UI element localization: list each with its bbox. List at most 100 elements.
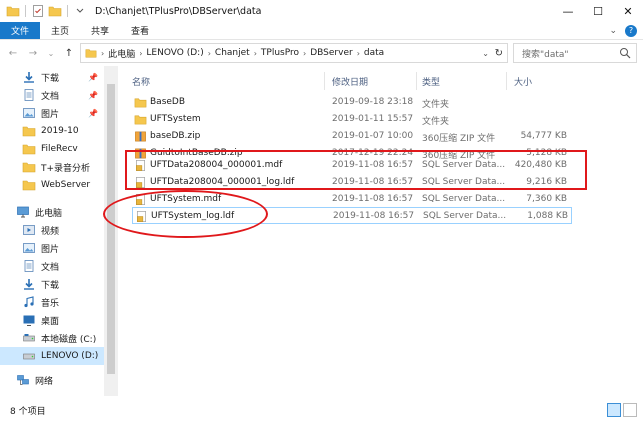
search-icon[interactable] xyxy=(619,47,631,59)
sidebar-item-t-plus-recording[interactable]: T+录音分析 xyxy=(0,158,104,176)
sidebar-item-desktop[interactable]: 桌面 xyxy=(0,311,104,329)
help-button[interactable]: ? xyxy=(625,25,637,37)
window-title: D:\Chanjet\TPlusPro\DBServer\data xyxy=(95,5,262,17)
sidebar-item-network[interactable]: 网络 xyxy=(0,371,104,389)
file-row-uftsystem-folder[interactable]: UFTSystem 2019-01-11 15:57 文件夹 xyxy=(132,111,572,128)
breadcrumb-dbserver[interactable]: DBServer xyxy=(310,48,352,58)
sidebar-item-documents[interactable]: 文档 xyxy=(0,257,104,275)
back-button[interactable]: ← xyxy=(6,48,20,59)
quick-access-toolbar xyxy=(0,4,87,18)
close-button[interactable]: ✕ xyxy=(613,0,643,22)
breadcrumb-data[interactable]: data xyxy=(364,48,384,58)
search-input[interactable]: 搜索"data" xyxy=(522,47,569,60)
pin-icon[interactable]: 📌 xyxy=(88,91,98,100)
pin-icon[interactable]: 📌 xyxy=(88,73,98,82)
folder-icon xyxy=(85,49,97,58)
download-icon xyxy=(24,72,34,83)
breadcrumb-chevron-icon[interactable]: › xyxy=(254,49,257,58)
sidebar-scrollbar[interactable] xyxy=(104,66,118,396)
sidebar-item-label: 下载 xyxy=(41,280,60,291)
address-dropdown-button[interactable]: ⌄ xyxy=(482,49,489,58)
file-type: 文件夹 xyxy=(422,117,450,127)
sidebar-item-label: 音乐 xyxy=(41,298,60,309)
file-date: 2019-01-07 10:00 xyxy=(332,131,414,141)
sidebar-item-downloads[interactable]: 下载 xyxy=(0,275,104,293)
tab-view[interactable]: 查看 xyxy=(120,22,160,39)
large-icons-view-button[interactable] xyxy=(623,403,637,417)
column-header-name[interactable]: 名称 xyxy=(132,70,150,92)
column-header-type[interactable]: 类型 xyxy=(422,70,440,92)
tab-file[interactable]: 文件 xyxy=(0,22,41,39)
maximize-button[interactable]: ☐ xyxy=(583,0,613,22)
breadcrumb-chevron-icon[interactable]: › xyxy=(208,49,211,58)
details-view-button[interactable] xyxy=(607,403,621,417)
picture-icon xyxy=(23,243,35,253)
sidebar-item-music[interactable]: 音乐 xyxy=(0,293,104,311)
expand-ribbon-button[interactable]: ⌄ xyxy=(609,26,617,36)
sidebar-item-pictures[interactable]: 图片 xyxy=(0,239,104,257)
sidebar-item-label: 此电脑 xyxy=(35,208,63,219)
file-size: 54,777 KB xyxy=(520,131,567,141)
sidebar-item-label: LENOVO (D:) xyxy=(41,351,99,361)
divider xyxy=(25,5,26,17)
drive-icon xyxy=(23,334,35,342)
sidebar-item-filerecv[interactable]: FileRecv xyxy=(0,140,104,158)
breadcrumb-chevron-icon[interactable]: › xyxy=(303,49,306,58)
new-folder-icon[interactable] xyxy=(48,4,62,18)
sidebar-item-label: 图片 xyxy=(41,109,60,120)
search-box[interactable]: 搜索"data" xyxy=(513,43,637,63)
sidebar-item-label: 桌面 xyxy=(41,316,60,327)
file-size: 7,360 KB xyxy=(526,194,567,204)
network-icon xyxy=(17,375,29,385)
breadcrumb-chevron-icon[interactable]: › xyxy=(101,49,104,58)
zip-icon xyxy=(135,131,146,142)
breadcrumb-chevron-icon[interactable]: › xyxy=(357,49,360,58)
file-name: BaseDB xyxy=(150,97,186,107)
file-row-basedb-zip[interactable]: baseDB.zip 2019-01-07 10:00 360压缩 ZIP 文件… xyxy=(132,128,572,145)
sidebar-item-webserver[interactable]: WebServer xyxy=(0,176,104,194)
minimize-button[interactable]: — xyxy=(553,0,583,22)
column-divider[interactable] xyxy=(416,72,417,90)
breadcrumb-chanjet[interactable]: Chanjet xyxy=(215,48,250,58)
file-row-basedb[interactable]: BaseDB 2019-09-18 23:18 文件夹 xyxy=(132,94,572,111)
sidebar-item-label: T+录音分析 xyxy=(41,163,91,174)
annotation-ellipse xyxy=(103,190,268,238)
sidebar-item-pictures-pinned[interactable]: 图片 📌 xyxy=(0,104,104,122)
sidebar-item-2019-10[interactable]: 2019-10 xyxy=(0,122,104,140)
forward-button[interactable]: → xyxy=(26,48,40,59)
file-type: 文件夹 xyxy=(422,100,450,110)
sidebar-item-documents-pinned[interactable]: 文档 📌 xyxy=(0,86,104,104)
file-size: 1,088 KB xyxy=(527,211,568,221)
pin-icon[interactable]: 📌 xyxy=(88,109,98,118)
breadcrumb-drive-d[interactable]: LENOVO (D:) xyxy=(146,48,203,58)
refresh-button[interactable]: ↻ xyxy=(495,48,503,59)
sidebar-scrollbar-thumb[interactable] xyxy=(107,84,115,374)
tab-home[interactable]: 主页 xyxy=(40,22,80,39)
file-date: 2019-11-08 16:57 xyxy=(333,211,415,221)
address-bar[interactable]: › 此电脑 › LENOVO (D:) › Chanjet › TPlusPro… xyxy=(80,43,508,63)
folder-icon xyxy=(22,180,36,191)
recent-locations-button[interactable]: ⌄ xyxy=(44,49,58,58)
sidebar-item-local-disk-c[interactable]: 本地磁盘 (C:) xyxy=(0,329,104,347)
navigation-bar: ← → ⌄ ↑ › 此电脑 › LENOVO (D:) › Chanjet › … xyxy=(0,41,643,65)
sidebar-item-downloads-pinned[interactable]: 下载 📌 xyxy=(0,68,104,86)
column-header-size[interactable]: 大小 xyxy=(514,70,532,92)
breadcrumb-chevron-icon[interactable]: › xyxy=(139,49,142,58)
column-divider[interactable] xyxy=(506,72,507,90)
breadcrumb-tpluspro[interactable]: TPlusPro xyxy=(261,48,299,58)
folder-icon xyxy=(22,126,36,137)
up-button[interactable]: ↑ xyxy=(62,48,76,59)
sidebar-item-lenovo-d[interactable]: LENOVO (D:) xyxy=(0,347,104,365)
column-divider[interactable] xyxy=(324,72,325,90)
sidebar-item-videos[interactable]: 视频 xyxy=(0,221,104,239)
sidebar-item-label: 文档 xyxy=(41,91,60,102)
download-icon xyxy=(24,279,34,290)
file-name: UFTSystem xyxy=(150,114,201,124)
sidebar-item-this-pc[interactable]: 此电脑 xyxy=(0,203,104,221)
customize-toolbar-icon[interactable] xyxy=(73,4,87,18)
breadcrumb-this-pc[interactable]: 此电脑 xyxy=(108,47,135,60)
sidebar-item-label: WebServer xyxy=(41,180,91,190)
properties-icon[interactable] xyxy=(31,4,45,18)
column-header-date[interactable]: 修改日期 xyxy=(332,70,368,92)
tab-share[interactable]: 共享 xyxy=(80,22,120,39)
